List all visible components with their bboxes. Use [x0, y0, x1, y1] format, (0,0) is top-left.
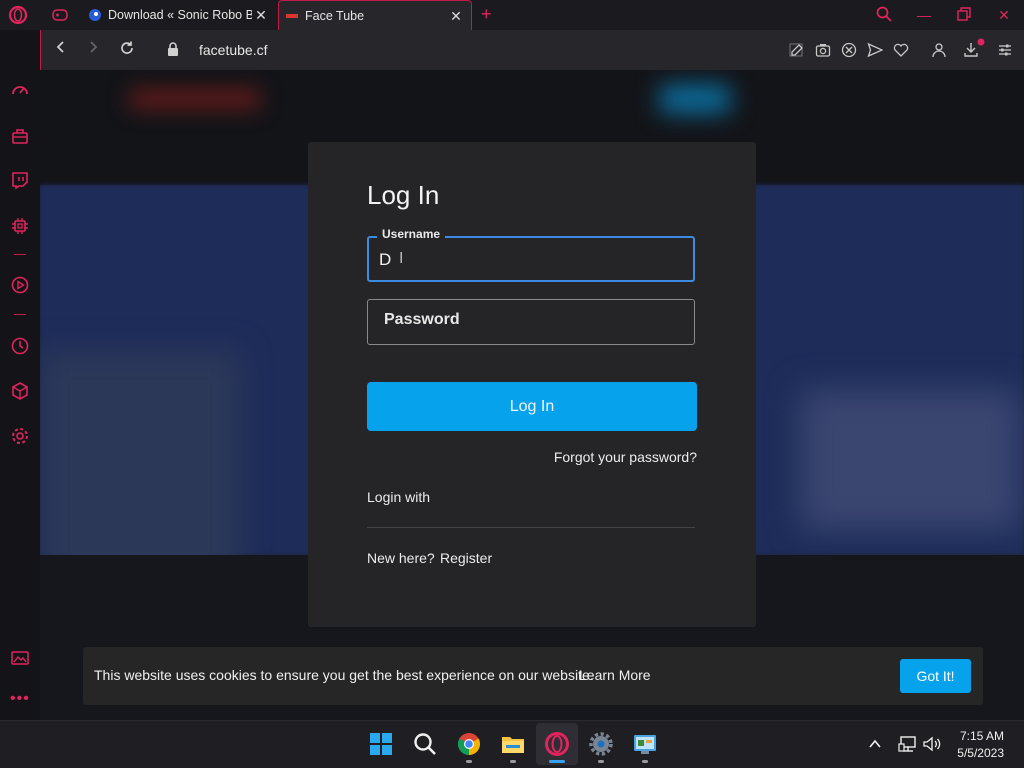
login-button[interactable]: Log In	[367, 382, 697, 431]
edit-icon[interactable]	[789, 42, 805, 58]
send-icon[interactable]	[867, 42, 883, 58]
camera-icon[interactable]	[815, 42, 831, 58]
password-placeholder: Password	[384, 311, 460, 328]
address-bar: facetube.cf	[40, 30, 1024, 70]
control-panel-running-indicator	[642, 760, 648, 763]
gx-control-icon[interactable]	[10, 80, 30, 100]
network-icon[interactable]	[898, 735, 918, 753]
tab-sonic-download[interactable]: Download « Sonic Robo Bl ✕	[82, 0, 276, 30]
cookie-accept-button[interactable]: Got It!	[900, 659, 971, 693]
minimize-icon[interactable]: —	[904, 7, 944, 23]
explorer-running-indicator	[510, 760, 516, 763]
chrome-icon[interactable]	[456, 731, 482, 757]
close-tab-icon[interactable]: ✕	[447, 8, 465, 25]
opera-active-indicator	[549, 760, 565, 763]
sidebar-separator	[14, 254, 26, 255]
search-tabs-icon[interactable]	[864, 6, 904, 25]
cookie-banner: This website uses cookies to ensure you …	[83, 647, 983, 705]
history-icon[interactable]	[10, 336, 30, 356]
cookie-learn-more-link[interactable]: Learn More	[579, 667, 651, 683]
forward-icon[interactable]	[83, 40, 103, 60]
window-controls: — ✕	[864, 0, 1024, 30]
login-with-label: Login with	[367, 489, 431, 505]
username-label: Username	[377, 227, 446, 241]
close-tab-icon[interactable]: ✕	[252, 7, 270, 24]
settings-gear-icon[interactable]	[10, 426, 30, 446]
twitch-icon[interactable]	[10, 170, 30, 190]
opera-gx-icon[interactable]	[544, 731, 570, 757]
volume-icon[interactable]	[922, 735, 942, 753]
more-icon[interactable]: •••	[10, 690, 30, 708]
extensions-cube-icon[interactable]	[10, 381, 30, 401]
tab-face-tube[interactable]: Face Tube ✕	[278, 0, 472, 31]
taskbar: 7:15 AM 5/5/2023	[0, 720, 1024, 768]
wallpaper-icon[interactable]	[10, 648, 30, 668]
blurred-logo	[130, 88, 260, 110]
control-panel-icon[interactable]	[632, 731, 658, 757]
lock-icon[interactable]	[167, 42, 179, 57]
settings-icon[interactable]	[588, 731, 614, 757]
new-here-label: New here?	[367, 550, 435, 566]
blurred-card	[40, 350, 240, 590]
new-tab-icon[interactable]: +	[481, 4, 492, 25]
player-icon[interactable]	[10, 275, 30, 295]
forgot-password-link[interactable]: Forgot your password?	[554, 449, 697, 465]
tab-bar: Download « Sonic Robo Bl ✕ Face Tube ✕ +…	[0, 0, 1024, 31]
settings-running-indicator	[598, 760, 604, 763]
divider	[367, 527, 695, 528]
easy-setup-icon[interactable]	[997, 42, 1013, 58]
blurred-button	[660, 85, 730, 113]
username-field[interactable]: Username D I	[367, 227, 695, 282]
back-icon[interactable]	[51, 40, 71, 60]
adblock-icon[interactable]	[841, 42, 857, 58]
register-link[interactable]: Register	[440, 550, 492, 566]
gamepad-icon	[52, 9, 68, 21]
close-window-icon[interactable]: ✕	[984, 7, 1024, 24]
heart-icon[interactable]	[893, 42, 909, 58]
clock-time[interactable]: 7:15 AM	[960, 729, 1004, 743]
clock-date[interactable]: 5/5/2023	[957, 746, 1004, 760]
chevron-up-icon[interactable]	[868, 738, 882, 750]
search-icon[interactable]	[412, 731, 438, 757]
file-explorer-icon[interactable]	[500, 731, 526, 757]
chip-icon[interactable]	[10, 216, 30, 236]
download-badge	[977, 38, 985, 46]
chrome-running-indicator	[466, 760, 472, 763]
sidebar-separator	[14, 314, 26, 315]
reload-icon[interactable]	[117, 40, 137, 60]
page-viewport: Log In Username D I Password Log In Forg…	[40, 70, 1024, 720]
text-cursor-icon: I	[399, 250, 404, 267]
tab-title: Face Tube	[305, 9, 365, 23]
cookie-message: This website uses cookies to ensure you …	[94, 667, 594, 683]
tab-title: Download « Sonic Robo Bl	[108, 8, 252, 22]
url-field[interactable]: facetube.cf	[199, 42, 268, 58]
username-value: D	[379, 250, 392, 269]
password-field[interactable]: Password	[367, 299, 695, 345]
blurred-text	[800, 390, 1020, 530]
restore-icon[interactable]	[944, 6, 984, 24]
login-title: Log In	[367, 180, 440, 210]
gx-corner-icon[interactable]	[10, 126, 30, 146]
windows-start-icon[interactable]	[368, 731, 394, 757]
sidebar: •••	[0, 30, 40, 720]
login-card: Log In Username D I Password Log In Forg…	[308, 142, 756, 627]
sonic-favicon-icon	[89, 9, 101, 21]
gx-corner-tab[interactable]	[45, 0, 75, 30]
opera-menu-icon[interactable]	[8, 5, 28, 25]
facetube-favicon-icon	[286, 14, 298, 18]
account-icon[interactable]	[931, 42, 947, 58]
